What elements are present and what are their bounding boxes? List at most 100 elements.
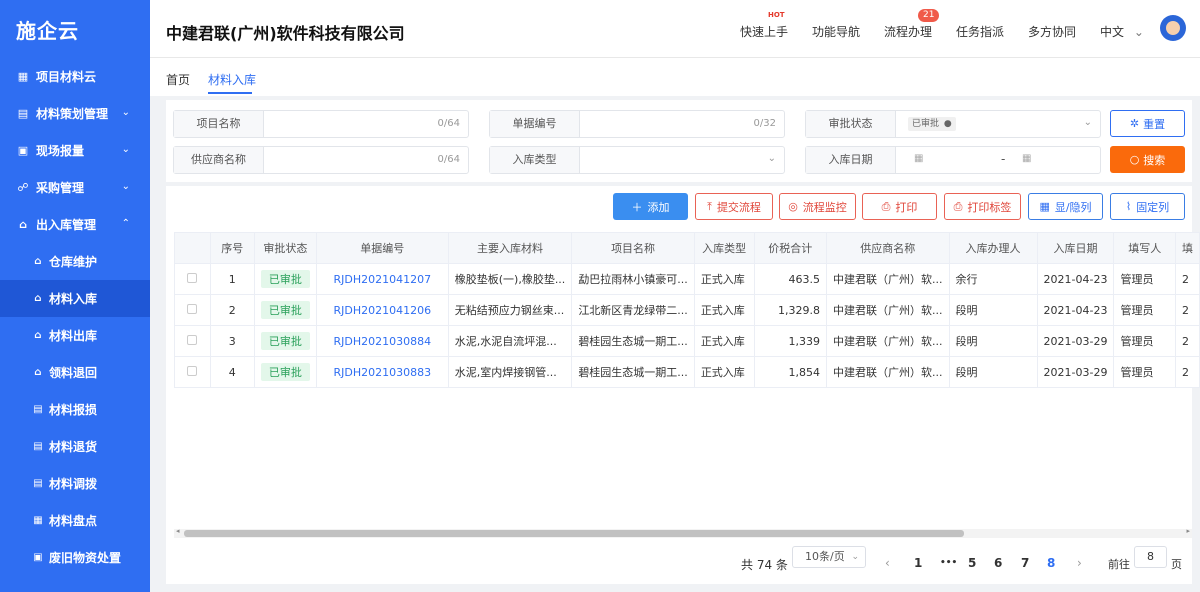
page-5[interactable]: 5 [968,556,976,570]
language-select[interactable]: 中文 ⌄ [1100,23,1144,40]
column-header[interactable]: 填写人 [1113,232,1176,264]
page-7[interactable]: 7 [1021,556,1029,570]
column-header[interactable]: 填 [1174,232,1200,264]
scroll-right-icon[interactable]: ▸ [1186,527,1190,535]
cell-date: 2021-03-29 [1036,325,1115,357]
cell-date: 2021-03-29 [1036,356,1115,388]
bill-link[interactable]: RJDH2021030883 [333,366,431,379]
fixed-columns-button[interactable]: ⌇ 固定列 [1110,193,1185,220]
tab-home[interactable]: 首页 [166,71,190,88]
prev-page-button[interactable]: ‹ [885,556,890,570]
column-header[interactable]: 入库日期 [1036,232,1115,264]
cell-material: 无粘结预应力钢丝束... [447,294,573,326]
approval-status-select[interactable]: 审批状态 已审批 ● ⌄ [805,110,1101,138]
sidebar-item-material-planning[interactable]: ▤ 材料策划管理 ⌄ [0,95,150,132]
cell-amount: 1,329.8 [753,294,828,326]
page-size-select[interactable]: 10条/页 ⌄ [792,546,866,568]
bill-link[interactable]: RJDH2021041207 [333,273,431,286]
sidebar-subitem-loss[interactable]: ▤ 材料报损 [0,391,150,428]
column-header[interactable]: 入库办理人 [948,232,1038,264]
cell-handler: 段明 [948,294,1038,326]
flow-monitor-button[interactable]: ◎ 流程监控 [779,193,856,220]
column-header[interactable]: 价税合计 [753,232,828,264]
logo-text: 施企云 [16,18,79,43]
chevron-up-icon: ⌃ [121,218,130,229]
column-header[interactable]: 入库类型 [693,232,755,264]
nav-process[interactable]: 流程办理 21 [884,9,940,40]
bill-link[interactable]: RJDH2021041206 [333,304,431,317]
data-table: 序号 审批状态 单据编号 主要入库材料 项目名称 入库类型 价税合计 供应商名称… [174,232,1200,388]
selected-tag[interactable]: 已审批 ● [908,117,956,131]
scrollbar-thumb[interactable] [184,530,964,537]
logo[interactable]: 施企云 [0,0,150,58]
sidebar-item-project-material-cloud[interactable]: ▦ 项目材料云 [0,58,150,95]
cell-supplier: 中建君联（广州）软... [826,294,950,326]
sidebar-item-label: 材料调拨 [49,477,98,491]
cell-project: 碧桂园生态城一期工... [571,325,695,357]
nav-task-assign[interactable]: 任务指派 [956,23,1004,40]
in-date-range[interactable]: 入库日期 ▦ - ▦ [805,146,1101,174]
print-label-button[interactable]: ⎙ 打印标签 [944,193,1021,220]
close-icon[interactable]: ● [944,119,952,129]
row-checkbox[interactable] [187,334,198,345]
chevron-down-icon: ⌄ [121,144,130,155]
in-type-select[interactable]: 入库类型 ⌄ [489,146,785,174]
sidebar-subitem-refund[interactable]: ▤ 材料退货 [0,428,150,465]
printer-icon: ⎙ [881,199,891,213]
row-checkbox[interactable] [187,272,198,283]
sidebar-subitem-transfer[interactable]: ▤ 材料调拨 [0,465,150,502]
bill-no-input[interactable]: 单据编号 0/32 [489,110,785,138]
goto-page-input[interactable]: 8 [1134,546,1167,568]
chevron-down-icon: ⌄ [1133,25,1144,39]
sidebar-subitem-material-in[interactable]: ⌂ 材料入库 [0,280,150,317]
supplier-input[interactable]: 供应商名称 0/64 [173,146,469,174]
add-button[interactable]: ＋添加 [613,193,688,220]
sidebar-subitem-waste[interactable]: ▣ 废旧物资处置 [0,539,150,576]
sidebar-subitem-return[interactable]: ⌂ 领料退回 [0,354,150,391]
search-button[interactable]: ○ 搜索 [1110,146,1185,173]
submit-flow-button[interactable]: ⤒ 提交流程 [695,193,773,220]
cell-no: 4 [209,356,255,388]
nav-label: 任务指派 [956,25,1005,39]
page-ellipsis[interactable]: ••• [940,558,957,568]
column-header[interactable]: 项目名称 [571,232,695,264]
warehouse-icon: ⌂ [19,218,27,231]
sidebar-item-label: 项目材料云 [36,70,97,84]
table-row[interactable]: 2 已审批 RJDH2021041206 无粘结预应力钢丝束... 江北新区青龙… [174,294,1200,326]
sidebar-subitem-inventory[interactable]: ▦ 材料盘点 [0,502,150,539]
nav-function-guide[interactable]: 功能导航 [812,23,860,40]
table-row[interactable]: 4 已审批 RJDH2021030883 水泥,室内焊接钢管... 碧桂园生态城… [174,356,1200,388]
sidebar-item-inout-management[interactable]: ⌂ 出入库管理 ⌃ [0,206,150,243]
table-row[interactable]: 3 已审批 RJDH2021030884 水泥,水泥自流坪混... 碧桂园生态城… [174,325,1200,357]
document-icon: ▤ [33,404,43,415]
print-button[interactable]: ⎙ 打印 [862,193,937,220]
row-checkbox[interactable] [187,303,198,314]
nav-collaboration[interactable]: 多方协同 [1028,23,1076,40]
column-header[interactable]: 单据编号 [315,232,449,264]
sidebar-item-site-report[interactable]: ▣ 现场报量 ⌄ [0,132,150,169]
table-row[interactable]: 1 已审批 RJDH2021041207 橡胶垫板(一),橡胶垫... 勐巴拉雨… [174,263,1200,295]
row-checkbox[interactable] [187,365,198,376]
tab-material-in[interactable]: 材料入库 [208,71,256,88]
sidebar-item-purchase[interactable]: ☍ 采购管理 ⌄ [0,169,150,206]
project-name-input[interactable]: 项目名称 0/64 [173,110,469,138]
calendar-icon: ▦ [914,153,924,164]
show-hide-columns-button[interactable]: ▦ 显/隐列 [1028,193,1103,220]
bill-link[interactable]: RJDH2021030884 [333,335,431,348]
page-8[interactable]: 8 [1047,556,1055,570]
nav-quick-start[interactable]: 快速上手 HOT [740,11,788,40]
scroll-left-icon[interactable]: ◂ [176,527,180,535]
sidebar-subitem-warehouse[interactable]: ⌂ 仓库维护 [0,243,150,280]
page-6[interactable]: 6 [994,556,1002,570]
next-page-button[interactable]: › [1077,556,1082,570]
avatar[interactable] [1160,15,1186,41]
sidebar-subitem-material-out[interactable]: ⌂ 材料出库 [0,317,150,354]
reset-button[interactable]: ✲ 重置 [1110,110,1185,137]
horizontal-scrollbar[interactable]: ◂ ▸ [174,527,1192,538]
column-header[interactable]: 主要入库材料 [447,232,573,264]
column-header[interactable]: 供应商名称 [826,232,950,264]
column-header[interactable]: 审批状态 [253,232,317,264]
page-1[interactable]: 1 [914,556,922,570]
plus-icon: ＋ [631,200,643,214]
column-header[interactable]: 序号 [209,232,255,264]
